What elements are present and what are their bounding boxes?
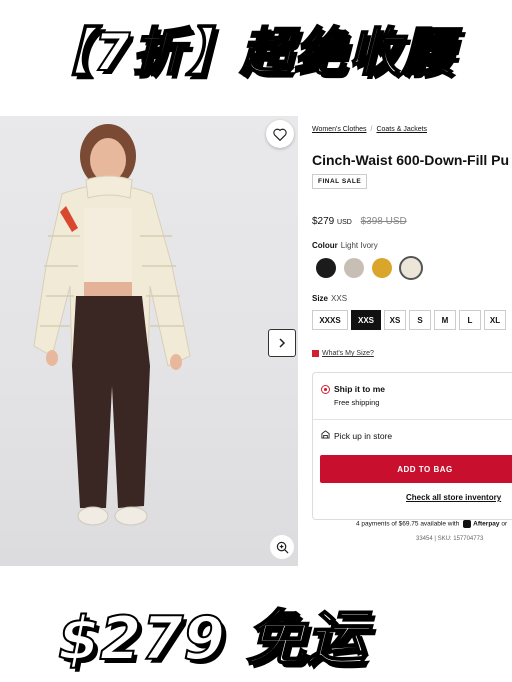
ruler-icon [312, 350, 319, 357]
check-inventory-link[interactable]: Check all store inventory [406, 493, 501, 502]
product-image[interactable] [0, 116, 298, 566]
next-image-button[interactable] [268, 329, 296, 357]
zoom-button[interactable] [270, 535, 294, 559]
store-icon [321, 430, 330, 441]
add-to-bag-button[interactable]: ADD TO BAG [320, 455, 512, 483]
size-option-xs[interactable]: XS [384, 310, 406, 330]
size-guide-text[interactable]: What's My Size? [322, 350, 374, 357]
breadcrumb-womens-clothes[interactable]: Women's Clothes [312, 126, 367, 133]
afterpay-label[interactable]: Afterpay [473, 521, 499, 528]
current-price: $279 [312, 216, 335, 227]
original-price: $398 USD [360, 216, 407, 227]
payment-text: 4 payments of $69.75 available with [356, 520, 460, 528]
size-option-m[interactable]: M [434, 310, 456, 330]
model-illustration [33, 124, 191, 526]
payment-info: 4 payments of $69.75 available with Afte… [356, 520, 507, 528]
size-guide-link[interactable]: What's My Size? [312, 350, 374, 357]
size-option-xxxs[interactable]: XXXS [312, 310, 348, 330]
size-option-xl[interactable]: XL [484, 310, 506, 330]
breadcrumb-coats-jackets[interactable]: Coats & Jackets [376, 126, 427, 133]
fulfillment-box: Ship it to me Free shipping Pick up in s… [312, 372, 512, 520]
size-option-xxs[interactable]: XXS [351, 310, 381, 330]
price-currency: USD [337, 219, 352, 226]
afterpay-icon [463, 520, 472, 528]
size-option-l[interactable]: L [459, 310, 481, 330]
chevron-right-icon [279, 338, 286, 348]
product-details-panel: Women's Clothes / Coats & Jackets Cinch-Wa… [304, 116, 512, 566]
ship-option-subtitle: Free shipping [334, 398, 380, 407]
ship-radio[interactable] [321, 385, 330, 394]
breadcrumb: Women's Clothes / Coats & Jackets [312, 126, 427, 133]
zoom-in-icon [276, 541, 288, 553]
ship-option-title[interactable]: Ship it to me [334, 384, 385, 394]
selected-size: XXS [331, 294, 348, 303]
colour-swatch-black[interactable] [316, 258, 336, 278]
size-label-text: Size [312, 294, 329, 303]
final-sale-badge: FINAL SALE [312, 174, 368, 189]
promo-headline: 【7折】超绝收腰 [39, 22, 457, 84]
colour-label-text: Colour [312, 241, 338, 250]
pickup-option[interactable]: Pick up in store [334, 431, 392, 441]
product-title: Cinch-Waist 600-Down-Fill Pu [312, 152, 510, 168]
divider [313, 419, 512, 420]
colour-label: Colour Light Ivory [312, 241, 378, 250]
colour-swatch-light-ivory[interactable] [399, 256, 423, 280]
price-block: $279 USD $398 USD [312, 216, 407, 227]
colour-swatch-gold[interactable] [372, 258, 392, 278]
colour-swatch-taupe[interactable] [344, 258, 364, 278]
promo-price-banner: $279 免运 [57, 603, 367, 675]
heart-icon [273, 128, 287, 141]
sku-text: 33454 | SKU: 157704773 [416, 536, 484, 542]
selected-colour: Light Ivory [340, 241, 378, 250]
breadcrumb-separator: / [370, 126, 373, 133]
payment-or: or [501, 520, 508, 528]
favorite-button[interactable] [266, 120, 294, 148]
size-label: Size XXS [312, 294, 347, 303]
size-option-s[interactable]: S [409, 310, 431, 330]
